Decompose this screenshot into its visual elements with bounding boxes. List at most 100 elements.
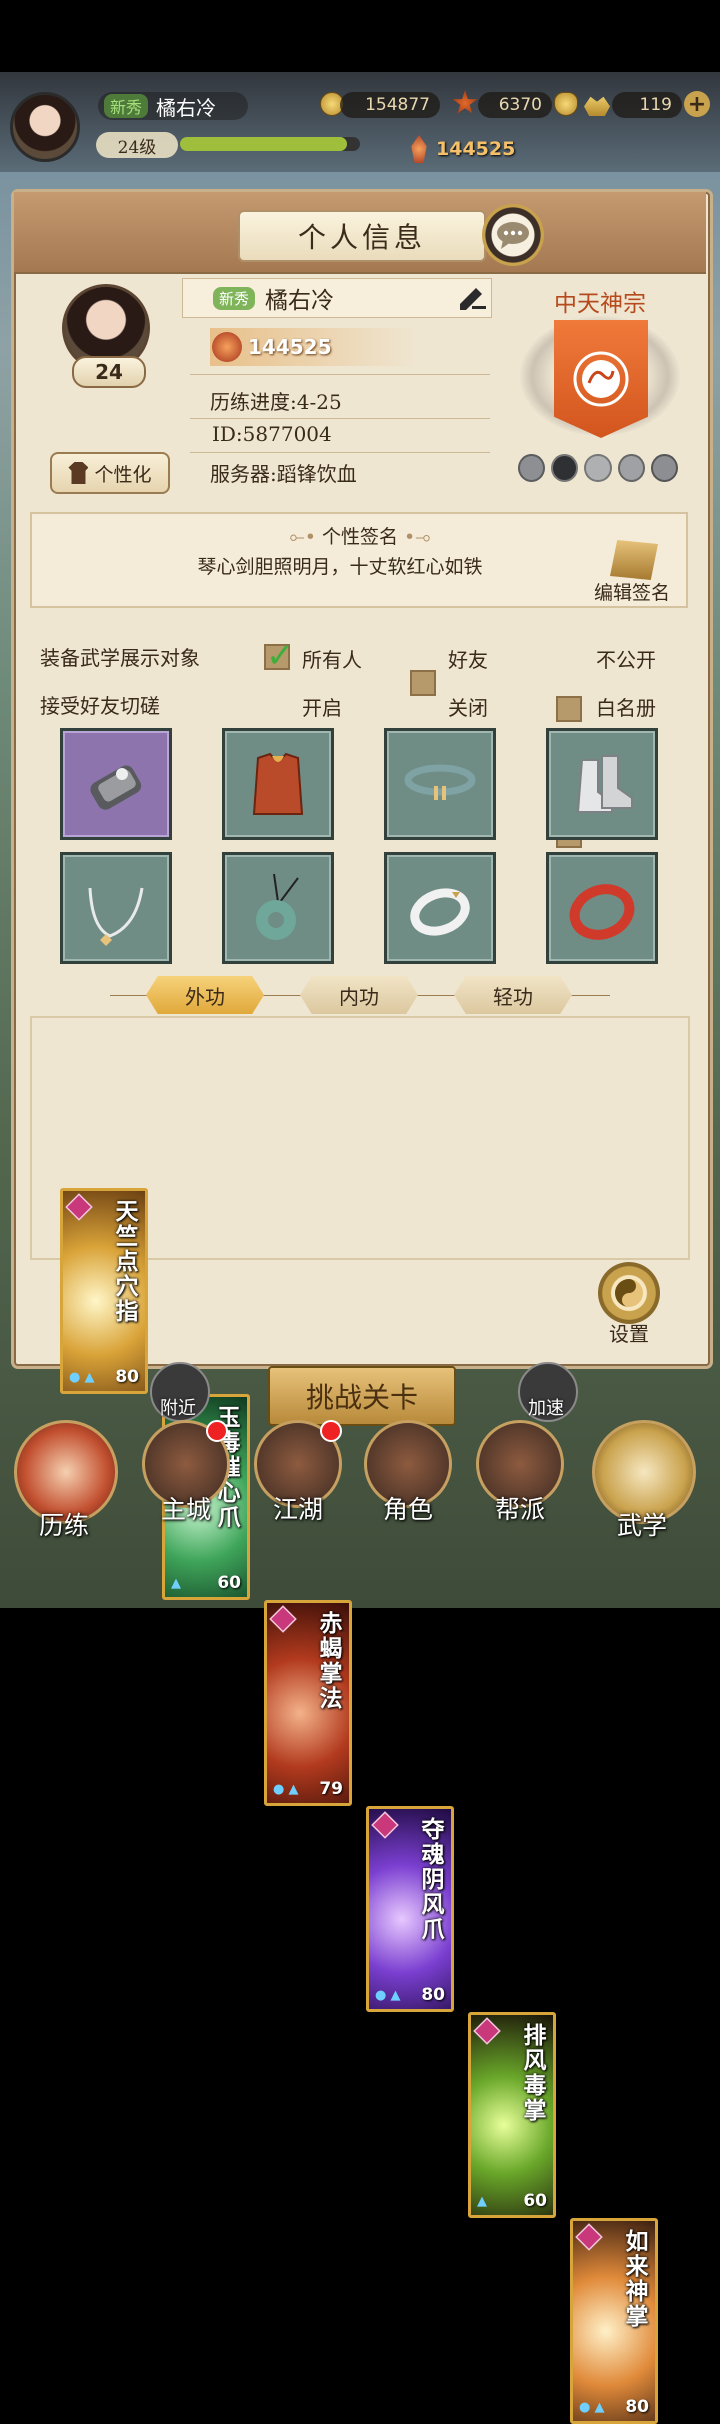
divider xyxy=(190,374,490,375)
scroll-icon xyxy=(610,540,658,580)
display-target-label: 装备武学展示对象 xyxy=(40,646,200,670)
bracelet-icon xyxy=(569,884,635,940)
necklace-icon xyxy=(88,887,144,946)
nav-main-city-label: 主城 xyxy=(160,1495,211,1524)
divider xyxy=(190,418,490,419)
rarity-icon xyxy=(473,2017,501,2045)
edit-signature-button[interactable]: 编辑签名 xyxy=(582,578,682,605)
equipment-slot-pendant[interactable] xyxy=(222,852,334,964)
equipment-slot-armor[interactable] xyxy=(222,728,334,840)
sect-rank-icons xyxy=(518,454,679,484)
nav-guild-label: 帮派 xyxy=(494,1495,545,1524)
gold-value: 119 xyxy=(612,92,682,118)
speedup-label: 加速 xyxy=(528,1398,564,1419)
belt-icon xyxy=(404,764,476,800)
rarity-icon xyxy=(371,1811,399,1839)
nav-martial-arts[interactable]: 武学 xyxy=(592,1420,696,1550)
option-friends: 好友 xyxy=(448,648,488,672)
skill-level: 80 xyxy=(115,1367,139,1387)
challenge-stage-button[interactable]: 挑战关卡 xyxy=(268,1366,456,1426)
skill-level: 80 xyxy=(625,2397,649,2417)
skill-card[interactable]: 赤蝎掌法 ● ▲ 79 xyxy=(264,1600,352,1806)
nav-guild[interactable]: 帮派 xyxy=(470,1420,570,1550)
skill-card[interactable]: 夺魂阴风爪 ● ▲ 80 xyxy=(366,1806,454,2012)
chat-bubble-icon xyxy=(497,222,529,249)
tab-outer-skill[interactable]: 外功 xyxy=(146,976,264,1014)
equipment-slot-bracelet[interactable] xyxy=(546,852,658,964)
settings-button[interactable] xyxy=(598,1262,660,1324)
jade-pendant-icon xyxy=(256,873,299,940)
rookie-badge-panel: 新秀 xyxy=(213,286,256,310)
skill-card[interactable]: 排风毒掌 ▲ 60 xyxy=(468,2012,556,2218)
signature-text: 琴心剑胆照明月，十丈软红心如铁 xyxy=(197,556,483,578)
tab-inner-skill[interactable]: 内功 xyxy=(300,976,418,1014)
tab-movement-skill[interactable]: 轻功 xyxy=(454,976,572,1014)
skill-name: 如来神掌 xyxy=(621,2229,648,2329)
option-whitelist: 白名册 xyxy=(596,696,656,720)
rarity-icon xyxy=(269,1605,297,1633)
skill-level: 79 xyxy=(319,1779,343,1799)
duel-label: 接受好友切磋 xyxy=(40,694,160,718)
panel-title: 个人信息 xyxy=(238,210,486,262)
option-duel-off: 关闭 xyxy=(448,696,488,720)
element-icons: ▲ xyxy=(477,2194,487,2209)
rarity-icon xyxy=(65,1193,93,1221)
rank-icon xyxy=(617,454,645,482)
nav-trials[interactable]: 历练 xyxy=(14,1420,118,1550)
nav-trials-label: 历练 xyxy=(38,1511,89,1540)
checkbox-friends[interactable] xyxy=(410,670,436,696)
skill-card[interactable]: 如来神掌 ● ▲ 80 xyxy=(570,2218,658,2424)
element-icons: ▲ xyxy=(171,1576,181,1591)
rarity-icon xyxy=(575,2223,603,2251)
option-duel-on: 开启 xyxy=(302,696,342,720)
checkbox-everyone[interactable] xyxy=(264,636,295,676)
element-icons: ● ▲ xyxy=(69,1370,95,1385)
nav-jianghu-label: 江湖 xyxy=(272,1495,323,1524)
skill-name: 天竺点穴指 xyxy=(111,1199,138,1324)
skill-card[interactable]: 天竺点穴指 ● ▲ 80 xyxy=(60,1188,148,1394)
profile-power: 144525 xyxy=(248,335,332,359)
checkbox-private[interactable] xyxy=(556,696,582,722)
skill-level: 60 xyxy=(217,1573,241,1593)
avatar-level: 24 xyxy=(72,356,146,388)
equipment-slot-weapon[interactable] xyxy=(60,728,172,840)
coins-value: 154877 xyxy=(340,92,440,118)
rookie-badge: 新秀 xyxy=(104,94,149,118)
signature-title: ⟜• 个性签名 •⊸ xyxy=(289,526,431,548)
nearby-label: 附近 xyxy=(160,1398,196,1419)
add-currency-button[interactable]: + xyxy=(684,91,710,117)
equipment-slot-ring[interactable] xyxy=(384,852,496,964)
exp-bar xyxy=(180,137,360,151)
notification-dot xyxy=(206,1420,228,1442)
rank-icon xyxy=(551,454,579,482)
player-avatar[interactable] xyxy=(10,92,80,162)
nav-character[interactable]: 角色 xyxy=(358,1420,458,1550)
player-name: 橘右冷 xyxy=(156,95,217,120)
personalize-button[interactable]: 个性化 xyxy=(50,452,170,494)
edit-name-button[interactable] xyxy=(456,282,488,314)
element-icons: ● ▲ xyxy=(375,1988,401,2003)
power-flame-icon xyxy=(411,135,427,163)
equipment-slot-boots[interactable] xyxy=(546,728,658,840)
nav-main-city[interactable]: 主城 xyxy=(136,1420,236,1550)
nav-jianghu[interactable]: 江湖 xyxy=(248,1420,348,1550)
nav-character-label: 角色 xyxy=(382,1495,433,1524)
element-icons: ● ▲ xyxy=(273,1782,299,1797)
ingots-value: 6370 xyxy=(478,92,552,118)
power-display-top: 144525 xyxy=(408,134,536,164)
element-icons: ● ▲ xyxy=(579,2400,605,2415)
personalize-label: 个性化 xyxy=(94,463,152,486)
equipment-slot-belt[interactable] xyxy=(384,728,496,840)
sect-banner[interactable] xyxy=(554,320,648,438)
skill-name: 夺魂阴风爪 xyxy=(417,1817,444,1942)
equipment-slot-necklace[interactable] xyxy=(60,852,172,964)
coin-icon xyxy=(320,92,344,116)
player-name-bar: 新秀 橘右冷 xyxy=(98,92,248,120)
signature-title-text: 个性签名 xyxy=(321,526,398,548)
chat-button[interactable] xyxy=(482,204,544,266)
server-name: 服务器:蹈锋饮血 xyxy=(210,462,357,486)
ingot-icon xyxy=(554,92,578,116)
option-private: 不公开 xyxy=(596,648,656,672)
power-row: 144525 xyxy=(210,328,420,366)
yin-yang-icon xyxy=(615,1279,643,1307)
